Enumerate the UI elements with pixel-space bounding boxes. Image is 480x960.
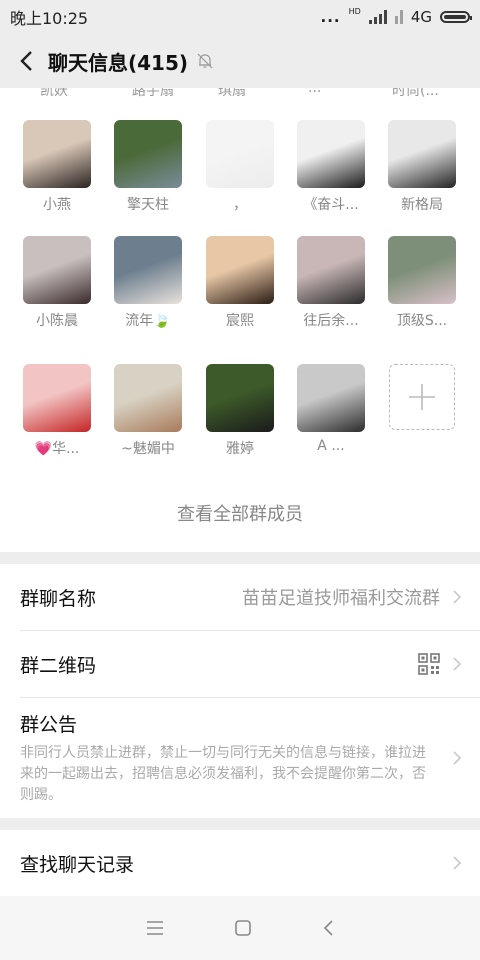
member-name: 小陈晨 xyxy=(36,313,78,329)
member-item[interactable]: 往后余... xyxy=(291,236,371,330)
avatar xyxy=(206,236,274,304)
member-item[interactable]: 小陈晨 xyxy=(17,236,97,330)
chevron-right-icon xyxy=(453,856,462,870)
status-icons: ... HD 4G xyxy=(320,6,472,26)
avatar xyxy=(297,236,365,304)
status-bar: 晚上10:25 ... HD 4G xyxy=(0,0,480,34)
home-icon[interactable] xyxy=(234,919,252,937)
view-all-members-link[interactable]: 查看全部群成员 xyxy=(0,500,480,526)
status-time: 晚上10:25 xyxy=(10,9,89,28)
avatar xyxy=(114,120,182,188)
member-item[interactable]: 擎天柱 xyxy=(108,120,188,214)
search-chat-history-label: 查找聊天记录 xyxy=(20,853,135,876)
nav-header: 聊天信息(415) xyxy=(0,34,480,88)
member-item[interactable]: 流年🍃 xyxy=(108,236,188,330)
member-name: 擎天柱 xyxy=(127,197,169,213)
group-notice-row[interactable]: 群公告 非同行人员禁止进群，禁止一切与同行无关的信息与链接，谁拉进来的一起踢出去… xyxy=(0,710,480,814)
notification-dots: ... xyxy=(320,8,341,26)
partial-member-name: 路芋扇 xyxy=(132,88,174,99)
signal-secondary-icon xyxy=(394,10,403,24)
qr-code-label: 群二维码 xyxy=(20,654,97,677)
member-item[interactable]: 新格局 xyxy=(382,120,462,214)
divider xyxy=(20,697,480,698)
add-member-button[interactable] xyxy=(389,364,455,430)
member-name: 顶级S... xyxy=(396,313,448,329)
avatar xyxy=(388,120,456,188)
avatar xyxy=(23,364,91,432)
menu-icon[interactable] xyxy=(146,920,164,936)
member-name: A ... xyxy=(317,438,345,454)
group-name-value: 苗苗足道技师福利交流群 xyxy=(242,588,440,609)
avatar xyxy=(206,364,274,432)
back-nav-icon[interactable] xyxy=(322,919,334,937)
member-item[interactable]: 💗华... xyxy=(17,364,97,458)
partial-member-name: 凯妖 xyxy=(40,88,68,99)
member-name: 往后余... xyxy=(303,313,359,329)
avatar xyxy=(23,236,91,304)
qr-code-icon xyxy=(418,653,440,675)
network-type: 4G xyxy=(410,8,432,26)
back-arrow-icon[interactable] xyxy=(14,49,38,73)
mute-bell-icon xyxy=(196,52,214,70)
avatar xyxy=(297,120,365,188)
system-nav-bar xyxy=(0,896,480,960)
member-name: 宸熙 xyxy=(226,313,254,329)
group-notice-text: 非同行人员禁止进群，禁止一切与同行无关的信息与链接，谁拉进来的一起踢出去，招聘信… xyxy=(20,745,426,803)
member-name: 雅婷 xyxy=(226,441,254,457)
group-settings-section: 群聊名称 苗苗足道技师福利交流群 群二维码 群公告 非同行人员禁止进群，禁止一切… xyxy=(0,564,480,818)
plus-icon xyxy=(409,384,435,410)
group-name-row[interactable]: 群聊名称 苗苗足道技师福利交流群 xyxy=(0,564,480,630)
member-item[interactable]: 顶级S... xyxy=(382,236,462,330)
partial-members-row: 凯妖 路芋扇 琪扇 ... 时尚(... xyxy=(0,88,480,100)
chevron-right-icon xyxy=(453,657,462,671)
avatar xyxy=(114,236,182,304)
member-name: ~魅媚中 xyxy=(121,441,175,457)
hd-badge: HD xyxy=(348,6,361,16)
chevron-right-icon xyxy=(453,590,462,604)
member-name: ， xyxy=(233,197,247,213)
chevron-right-icon xyxy=(453,751,462,765)
avatar xyxy=(297,364,365,432)
avatar xyxy=(388,236,456,304)
battery-icon xyxy=(440,11,472,23)
member-item[interactable]: ， xyxy=(200,120,280,214)
partial-member-name: 琪扇 xyxy=(218,88,246,99)
group-name-label: 群聊名称 xyxy=(20,587,97,610)
avatar xyxy=(23,120,91,188)
page-title: 聊天信息(415) xyxy=(48,50,189,75)
member-name: 新格局 xyxy=(401,197,443,213)
member-name: 流年🍃 xyxy=(125,313,171,329)
partial-member-name: 时尚(... xyxy=(392,88,439,99)
partial-member-name: ... xyxy=(308,88,322,96)
member-item[interactable]: 小燕 xyxy=(17,120,97,214)
group-notice-label: 群公告 xyxy=(20,714,78,736)
signal-icon xyxy=(368,10,387,24)
member-item[interactable]: 宸熙 xyxy=(200,236,280,330)
chat-history-section: 查找聊天记录 xyxy=(0,830,480,896)
members-panel: 凯妖 路芋扇 琪扇 ... 时尚(... 小燕 擎天柱 ， 《奋斗... 新格局… xyxy=(0,88,480,552)
member-name: 💗华... xyxy=(34,441,80,457)
avatar xyxy=(206,120,274,188)
member-item[interactable]: A ... xyxy=(291,364,371,454)
search-chat-history-row[interactable]: 查找聊天记录 xyxy=(0,830,480,896)
member-item[interactable]: 《奋斗... xyxy=(291,120,371,214)
member-name: 小燕 xyxy=(43,197,71,213)
member-name: 《奋斗... xyxy=(303,197,359,213)
member-item[interactable]: ~魅媚中 xyxy=(108,364,188,458)
avatar xyxy=(114,364,182,432)
group-qr-code-row[interactable]: 群二维码 xyxy=(0,631,480,697)
add-member-item[interactable] xyxy=(382,364,462,430)
member-item[interactable]: 雅婷 xyxy=(200,364,280,458)
